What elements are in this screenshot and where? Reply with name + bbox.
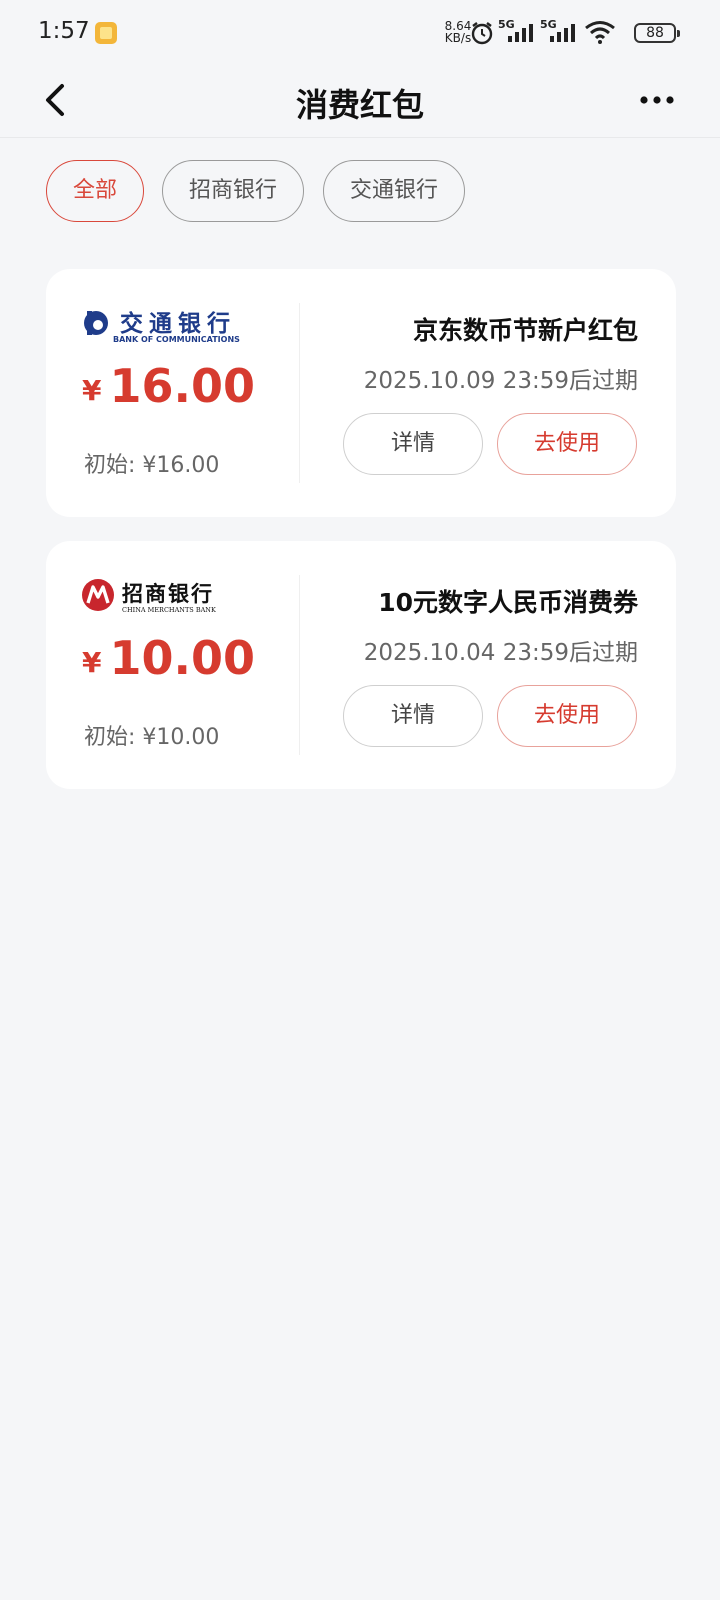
amount-value: 10.00 [109,631,255,685]
alarm-icon [471,22,493,45]
bank-logo-cmb: 招商银行 CHINA MERCHANTS BANK [82,577,282,617]
voucher-card: 交通银行 BANK OF COMMUNICATIONS ¥16.00 初始: ¥… [46,269,676,517]
battery-indicator: 88 [634,23,680,43]
bank-logo-en: BANK OF COMMUNICATIONS [113,335,240,344]
page-title: 消费红包 [295,86,424,124]
initial-label: 初始: [84,453,136,478]
voucher-amount: ¥10.00 [82,631,255,685]
initial-amount: 初始: ¥10.00 [84,719,219,751]
initial-value: ¥10.00 [142,725,220,750]
status-bar: 1:57 8.64 KB/s 5G 5G 88 [0,0,720,66]
voucher-title: 京东数币节新户红包 [412,316,638,345]
currency-symbol: ¥ [82,374,102,407]
bank-logo-bocom: 交通银行 BANK OF COMMUNICATIONS [82,305,282,345]
notification-icon [95,22,117,44]
voucher-card: 招商银行 CHINA MERCHANTS BANK ¥10.00 初始: ¥10… [46,541,676,789]
more-horizontal-icon[interactable] [638,88,678,112]
details-button[interactable]: 详情 [343,685,483,747]
filter-chip-cmb[interactable]: 招商银行 [162,160,304,222]
use-button[interactable]: 去使用 [497,685,637,747]
initial-amount: 初始: ¥16.00 [84,447,219,479]
voucher-expiry: 2025.10.04 23:59后过期 [363,640,638,666]
use-button[interactable]: 去使用 [497,413,637,475]
bank-logo-cn: 交通银行 [120,310,236,337]
card-divider [299,303,300,483]
voucher-title: 10元数字人民币消费券 [378,588,638,617]
status-time: 1:57 [38,18,90,44]
initial-label: 初始: [84,725,136,750]
signal-bars-1-icon [508,24,533,42]
initial-value: ¥16.00 [142,453,220,478]
currency-symbol: ¥ [82,646,102,679]
amount-value: 16.00 [109,359,255,413]
signal-bars-2-icon [550,24,575,42]
nav-bar: 消费红包 [0,66,720,138]
filter-chip-bocom[interactable]: 交通银行 [323,160,465,222]
card-divider [299,575,300,755]
details-button[interactable]: 详情 [343,413,483,475]
bank-logo-cn: 招商银行 [122,581,214,606]
bank-logo-en: CHINA MERCHANTS BANK [122,606,216,614]
voucher-amount: ¥16.00 [82,359,255,413]
filter-chip-all[interactable]: 全部 [46,160,144,222]
voucher-expiry: 2025.10.09 23:59后过期 [363,368,638,394]
wifi-icon [585,21,615,44]
